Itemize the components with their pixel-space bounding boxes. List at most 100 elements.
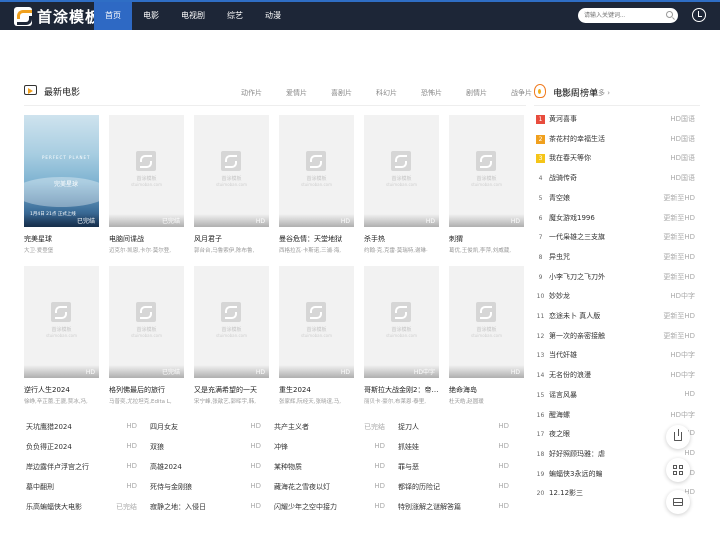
rank-title[interactable]: 当代奸雄 bbox=[549, 350, 577, 360]
rank-title[interactable]: 妙妙龙 bbox=[549, 291, 570, 301]
list-item-title[interactable]: 藏海花之雪夜以灯 bbox=[274, 482, 362, 492]
rank-title[interactable]: 恋途未卜 真人版 bbox=[549, 311, 600, 321]
list-item[interactable]: 负负得正2024 HD bbox=[24, 438, 140, 458]
list-item[interactable]: 闪耀少年之空中接力 HD bbox=[272, 498, 388, 518]
movie-poster[interactable]: 首涂模板 stuimoban.com 已完结 bbox=[109, 115, 184, 227]
rank-title[interactable]: 我在春天等你 bbox=[549, 153, 591, 163]
movie-title[interactable]: 格列佛最后的旅行 bbox=[109, 385, 184, 395]
rank-title[interactable]: 异虫咒 bbox=[549, 252, 570, 262]
movie-poster[interactable]: 首涂模板 stuimoban.com 已完结 bbox=[109, 266, 184, 378]
ranking-item[interactable]: 11 恋途未卜 真人版 更新至HD bbox=[534, 307, 700, 327]
list-item[interactable]: 罪与恶 HD bbox=[396, 458, 512, 478]
movie-poster[interactable]: 首涂模板 stuimoban.com HD bbox=[279, 266, 354, 378]
nav-item-variety[interactable]: 综艺 bbox=[216, 2, 254, 30]
movie-title[interactable]: 又是充满希望的一天 bbox=[194, 385, 269, 395]
rank-title[interactable]: 谣言风暴 bbox=[549, 390, 577, 400]
list-item-title[interactable]: 死侍与金刚狼 bbox=[150, 482, 238, 492]
list-item[interactable]: 都铎的历险记 HD bbox=[396, 478, 512, 498]
list-item[interactable]: 四月女友 HD bbox=[148, 418, 264, 438]
ranking-item[interactable]: 5 青空娘 更新至HD bbox=[534, 189, 700, 209]
list-item[interactable]: 天坑鹰猎2024 HD bbox=[24, 418, 140, 438]
grid-button[interactable] bbox=[666, 458, 690, 482]
movie-title[interactable]: 绝命海岛 bbox=[449, 385, 524, 395]
list-item[interactable]: 死侍与金刚狼 HD bbox=[148, 478, 264, 498]
list-item[interactable]: 藏海花之雪夜以灯 HD bbox=[272, 478, 388, 498]
list-item[interactable]: 双狼 HD bbox=[148, 438, 264, 458]
list-item[interactable]: 抓娃娃 HD bbox=[396, 438, 512, 458]
category-link[interactable]: 战争片 bbox=[511, 88, 532, 98]
ranking-item[interactable]: 13 当代奸雄 HD中字 bbox=[534, 346, 700, 366]
list-item-title[interactable]: 天坑鹰猎2024 bbox=[26, 422, 114, 432]
movie-title[interactable]: 杀手热 bbox=[364, 234, 439, 244]
movie-poster[interactable]: 首涂模板 stuimoban.com HD bbox=[449, 266, 524, 378]
ranking-item[interactable]: 10 妙妙龙 HD中字 bbox=[534, 287, 700, 307]
rank-title[interactable]: 魔女游戏1996 bbox=[549, 213, 595, 223]
movie-poster[interactable]: 首涂模板 stuimoban.com HD bbox=[194, 115, 269, 227]
rank-title[interactable]: 茶花村的幸福生活 bbox=[549, 134, 605, 144]
rank-title[interactable]: 小李飞刀之飞刀外 bbox=[549, 272, 605, 282]
nav-item-movie[interactable]: 电影 bbox=[132, 2, 170, 30]
list-item-title[interactable]: 双狼 bbox=[150, 442, 238, 452]
movie-title[interactable]: 曼谷危情：天堂地狱 bbox=[279, 234, 354, 244]
movie-poster[interactable]: 首涂模板 stuimoban.com HD中字 bbox=[364, 266, 439, 378]
history-icon[interactable] bbox=[692, 8, 706, 22]
rank-title[interactable]: 一代枭雄之三支旗 bbox=[549, 232, 605, 242]
share-button[interactable] bbox=[666, 425, 690, 449]
list-item[interactable]: 特别涨解之谜解答篇 HD bbox=[396, 498, 512, 518]
movie-title[interactable]: 完美星球 bbox=[24, 234, 99, 244]
movie-poster[interactable]: 首涂模板 stuimoban.com HD bbox=[279, 115, 354, 227]
rank-title[interactable]: 战骑传奇 bbox=[549, 173, 577, 183]
category-link[interactable]: 恐怖片 bbox=[421, 88, 442, 98]
rank-title[interactable]: 无名份的浪漫 bbox=[549, 370, 591, 380]
ranking-item[interactable]: 2 茶花村的幸福生活 HD国语 bbox=[534, 130, 700, 150]
movie-poster[interactable]: PERFECT PLANET完美星球1月4日 21点 正式上线已完结 bbox=[24, 115, 99, 227]
search-input[interactable] bbox=[578, 8, 658, 23]
movie-title[interactable]: 电脑间谍战 bbox=[109, 234, 184, 244]
list-item-title[interactable]: 特别涨解之谜解答篇 bbox=[398, 502, 486, 512]
list-item-title[interactable]: 岸边露伴卢浮宫之行 bbox=[26, 462, 114, 472]
rank-title[interactable]: 醒海螺 bbox=[549, 410, 570, 420]
category-link[interactable]: 喜剧片 bbox=[331, 88, 352, 98]
movie-poster[interactable]: 首涂模板 stuimoban.com HD bbox=[364, 115, 439, 227]
movie-poster[interactable]: 首涂模板 stuimoban.com HD bbox=[24, 266, 99, 378]
category-link[interactable]: 动作片 bbox=[241, 88, 262, 98]
nav-item-home[interactable]: 首页 bbox=[94, 2, 132, 30]
rank-title[interactable]: 好好照顾玛雅：虐 bbox=[549, 449, 605, 459]
list-item-title[interactable]: 乐高蝙蝠侠大电影 bbox=[26, 502, 114, 512]
rank-title[interactable]: 蝙蝠侠3永远的蝙 bbox=[549, 469, 602, 479]
category-link[interactable]: 爱情片 bbox=[286, 88, 307, 98]
list-item-title[interactable]: 冲锋 bbox=[274, 442, 362, 452]
movie-title[interactable]: 风月君子 bbox=[194, 234, 269, 244]
nav-item-anime[interactable]: 动漫 bbox=[254, 2, 292, 30]
list-item[interactable]: 高雄2024 HD bbox=[148, 458, 264, 478]
ranking-item[interactable]: 16 醒海螺 HD中字 bbox=[534, 406, 700, 426]
rank-title[interactable]: 黄河喜事 bbox=[549, 114, 577, 124]
ranking-item[interactable]: 12 第一次的亲密接触 更新至HD bbox=[534, 327, 700, 347]
list-item-title[interactable]: 共产主义者 bbox=[274, 422, 362, 432]
list-item[interactable]: 冲锋 HD bbox=[272, 438, 388, 458]
list-item-title[interactable]: 闪耀少年之空中接力 bbox=[274, 502, 362, 512]
rank-title[interactable]: 夜之眼 bbox=[549, 429, 570, 439]
category-link[interactable]: 剧情片 bbox=[466, 88, 487, 98]
list-item[interactable]: 某种物质 HD bbox=[272, 458, 388, 478]
list-item[interactable]: 墓中翻刑 HD bbox=[24, 478, 140, 498]
movie-title[interactable]: 重生2024 bbox=[279, 385, 354, 395]
list-item-title[interactable]: 罪与恶 bbox=[398, 462, 486, 472]
list-item-title[interactable]: 寂静之地：入侵日 bbox=[150, 502, 238, 512]
movie-poster[interactable]: 首涂模板 stuimoban.com HD bbox=[194, 266, 269, 378]
list-item[interactable]: 乐高蝙蝠侠大电影 已完结 bbox=[24, 498, 140, 518]
list-item-title[interactable]: 抓娃娃 bbox=[398, 442, 486, 452]
rank-title[interactable]: 青空娘 bbox=[549, 193, 570, 203]
list-item[interactable]: 共产主义者 已完结 bbox=[272, 418, 388, 438]
list-item-title[interactable]: 某种物质 bbox=[274, 462, 362, 472]
list-item-title[interactable]: 墓中翻刑 bbox=[26, 482, 114, 492]
list-item[interactable]: 捉刀人 HD bbox=[396, 418, 512, 438]
movie-title[interactable]: 刺猬 bbox=[449, 234, 524, 244]
site-logo[interactable]: 首涂模板 bbox=[14, 5, 101, 27]
ranking-item[interactable]: 1 黄河喜事 HD国语 bbox=[534, 110, 700, 130]
list-item-title[interactable]: 都铎的历险记 bbox=[398, 482, 486, 492]
comment-button[interactable] bbox=[666, 490, 690, 514]
list-item[interactable]: 寂静之地：入侵日 HD bbox=[148, 498, 264, 518]
list-item-title[interactable]: 捉刀人 bbox=[398, 422, 486, 432]
ranking-item[interactable]: 6 魔女游戏1996 更新至HD bbox=[534, 209, 700, 229]
